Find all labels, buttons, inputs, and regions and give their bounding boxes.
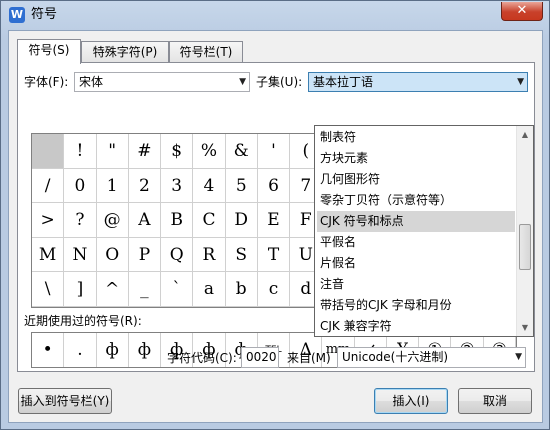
subset-option[interactable]: 平假名: [317, 232, 515, 253]
symbol-cell[interactable]: A: [128, 203, 162, 238]
close-button[interactable]: ✕: [501, 2, 543, 21]
symbol-cell[interactable]: E: [257, 203, 291, 238]
recent-symbol-cell[interactable]: .: [64, 333, 97, 367]
char-code-label: 字符代码(C):: [167, 351, 237, 365]
symbol-cell[interactable]: #: [128, 134, 162, 169]
recent-symbols-label: 近期使用过的符号(R):: [24, 314, 142, 328]
cancel-button[interactable]: 取消: [458, 388, 532, 414]
recent-symbol-cell[interactable]: ф: [129, 333, 162, 367]
symbol-cell[interactable]: Q: [161, 237, 194, 273]
symbol-cell[interactable]: R: [193, 237, 226, 273]
subset-select[interactable]: 基本拉丁语 ▼: [308, 72, 528, 92]
chevron-down-icon: ▼: [239, 77, 246, 87]
symbol-cell[interactable]: S: [225, 237, 258, 273]
chevron-down-icon: ▼: [517, 77, 524, 87]
scroll-up-icon[interactable]: ▲: [517, 126, 533, 143]
chevron-down-icon: ▼: [515, 352, 522, 362]
symbol-cell[interactable]: ]: [64, 272, 97, 307]
symbol-cell[interactable]: >: [32, 203, 65, 238]
symbol-cell[interactable]: O: [96, 237, 129, 273]
tab-special-chars[interactable]: 特殊字符(P): [81, 41, 169, 63]
symbol-cell[interactable]: B: [161, 203, 194, 238]
subset-option[interactable]: 带括号的CJK 字母和月份: [317, 295, 515, 316]
symbol-cell[interactable]: T: [257, 237, 291, 273]
subset-option[interactable]: 方块元素: [317, 148, 515, 169]
subset-option[interactable]: CJK 符号和标点: [317, 211, 515, 232]
symbols-tab-panel: 字体(F): 宋体 ▼ 子集(U): 基本拉丁语 ▼ !"#$%&'()*+,-…: [17, 62, 535, 372]
symbol-cell[interactable]: 6: [257, 168, 291, 204]
from-label: 来自(M): [287, 351, 331, 365]
subset-option[interactable]: 制表符: [317, 127, 515, 148]
symbol-cell[interactable]: \: [32, 272, 65, 307]
font-label: 字体(F):: [24, 75, 69, 89]
subset-option[interactable]: CJK 兼容字符: [317, 316, 515, 337]
symbol-cell[interactable]: ": [96, 134, 129, 169]
symbol-cell[interactable]: C: [193, 203, 226, 238]
dialog-client-area: 符号(S) 特殊字符(P) 符号栏(T) 字体(F): 宋体 ▼ 子集(U): …: [8, 30, 543, 423]
symbol-cell[interactable]: a: [193, 272, 226, 307]
symbol-cell[interactable]: !: [64, 134, 97, 169]
symbol-cell[interactable]: `: [161, 272, 194, 307]
insert-to-symbol-bar-button[interactable]: 插入到符号栏(Y): [18, 388, 112, 414]
scroll-thumb[interactable]: [519, 224, 531, 270]
symbol-cell[interactable]: M: [32, 237, 65, 273]
symbol-cell[interactable]: 0: [64, 168, 97, 204]
symbol-cell[interactable]: c: [257, 272, 291, 307]
subset-label: 子集(U):: [256, 75, 303, 89]
subset-dropdown-list: 制表符 方块元素 几何图形符 零杂丁贝符（示意符等） CJK 符号和标点 平假名 片假名 注音…: [314, 125, 534, 337]
symbol-cell[interactable]: b: [225, 272, 258, 307]
symbol-cell[interactable]: 2: [128, 168, 162, 204]
title-bar[interactable]: W 符号 ✕: [1, 1, 549, 29]
subset-option[interactable]: 几何图形符: [317, 169, 515, 190]
symbol-cell[interactable]: &: [225, 134, 258, 169]
tab-symbol-bar[interactable]: 符号栏(T): [169, 41, 243, 63]
dropdown-scrollbar[interactable]: ▲ ▼: [516, 126, 533, 336]
wps-app-icon: W: [9, 7, 25, 23]
symbol-cell[interactable]: ': [257, 134, 291, 169]
symbol-cell[interactable]: P: [128, 237, 162, 273]
symbol-cell[interactable]: ?: [64, 203, 97, 238]
symbol-cell[interactable]: 3: [161, 168, 194, 204]
scroll-down-icon[interactable]: ▼: [517, 319, 533, 336]
symbol-cell[interactable]: D: [225, 203, 258, 238]
symbol-cell[interactable]: $: [161, 134, 194, 169]
symbol-cell[interactable]: N: [64, 237, 97, 273]
symbol-cell[interactable]: 4: [193, 168, 226, 204]
font-select[interactable]: 宋体 ▼: [74, 72, 250, 92]
symbol-dialog: W 符号 ✕ 符号(S) 特殊字符(P) 符号栏(T) 字体(F): 宋体 ▼ …: [0, 0, 550, 430]
from-select-value: Unicode(十六进制): [342, 350, 449, 364]
symbol-cell[interactable]: ^: [96, 272, 129, 307]
tab-symbols[interactable]: 符号(S): [17, 39, 81, 64]
char-code-input[interactable]: 0020: [241, 347, 279, 368]
subset-option[interactable]: 零杂丁贝符（示意符等）: [317, 190, 515, 211]
subset-option[interactable]: 注音: [317, 274, 515, 295]
recent-symbol-cell[interactable]: •: [32, 333, 65, 367]
recent-symbol-cell[interactable]: ф: [97, 333, 129, 367]
from-select[interactable]: Unicode(十六进制) ▼: [337, 347, 526, 368]
window-title: 符号: [31, 7, 58, 22]
insert-button[interactable]: 插入(I): [374, 388, 448, 414]
subset-option[interactable]: 片假名: [317, 253, 515, 274]
subset-select-value: 基本拉丁语: [313, 75, 374, 89]
symbol-cell[interactable]: 5: [225, 168, 258, 204]
symbol-cell[interactable]: /: [32, 168, 65, 204]
symbol-cell[interactable]: %: [193, 134, 226, 169]
symbol-cell[interactable]: 1: [96, 168, 129, 204]
symbol-cell[interactable]: _: [128, 272, 162, 307]
font-select-value: 宋体: [79, 75, 104, 89]
symbol-cell[interactable]: @: [96, 203, 129, 238]
symbol-cell[interactable]: [32, 134, 65, 169]
